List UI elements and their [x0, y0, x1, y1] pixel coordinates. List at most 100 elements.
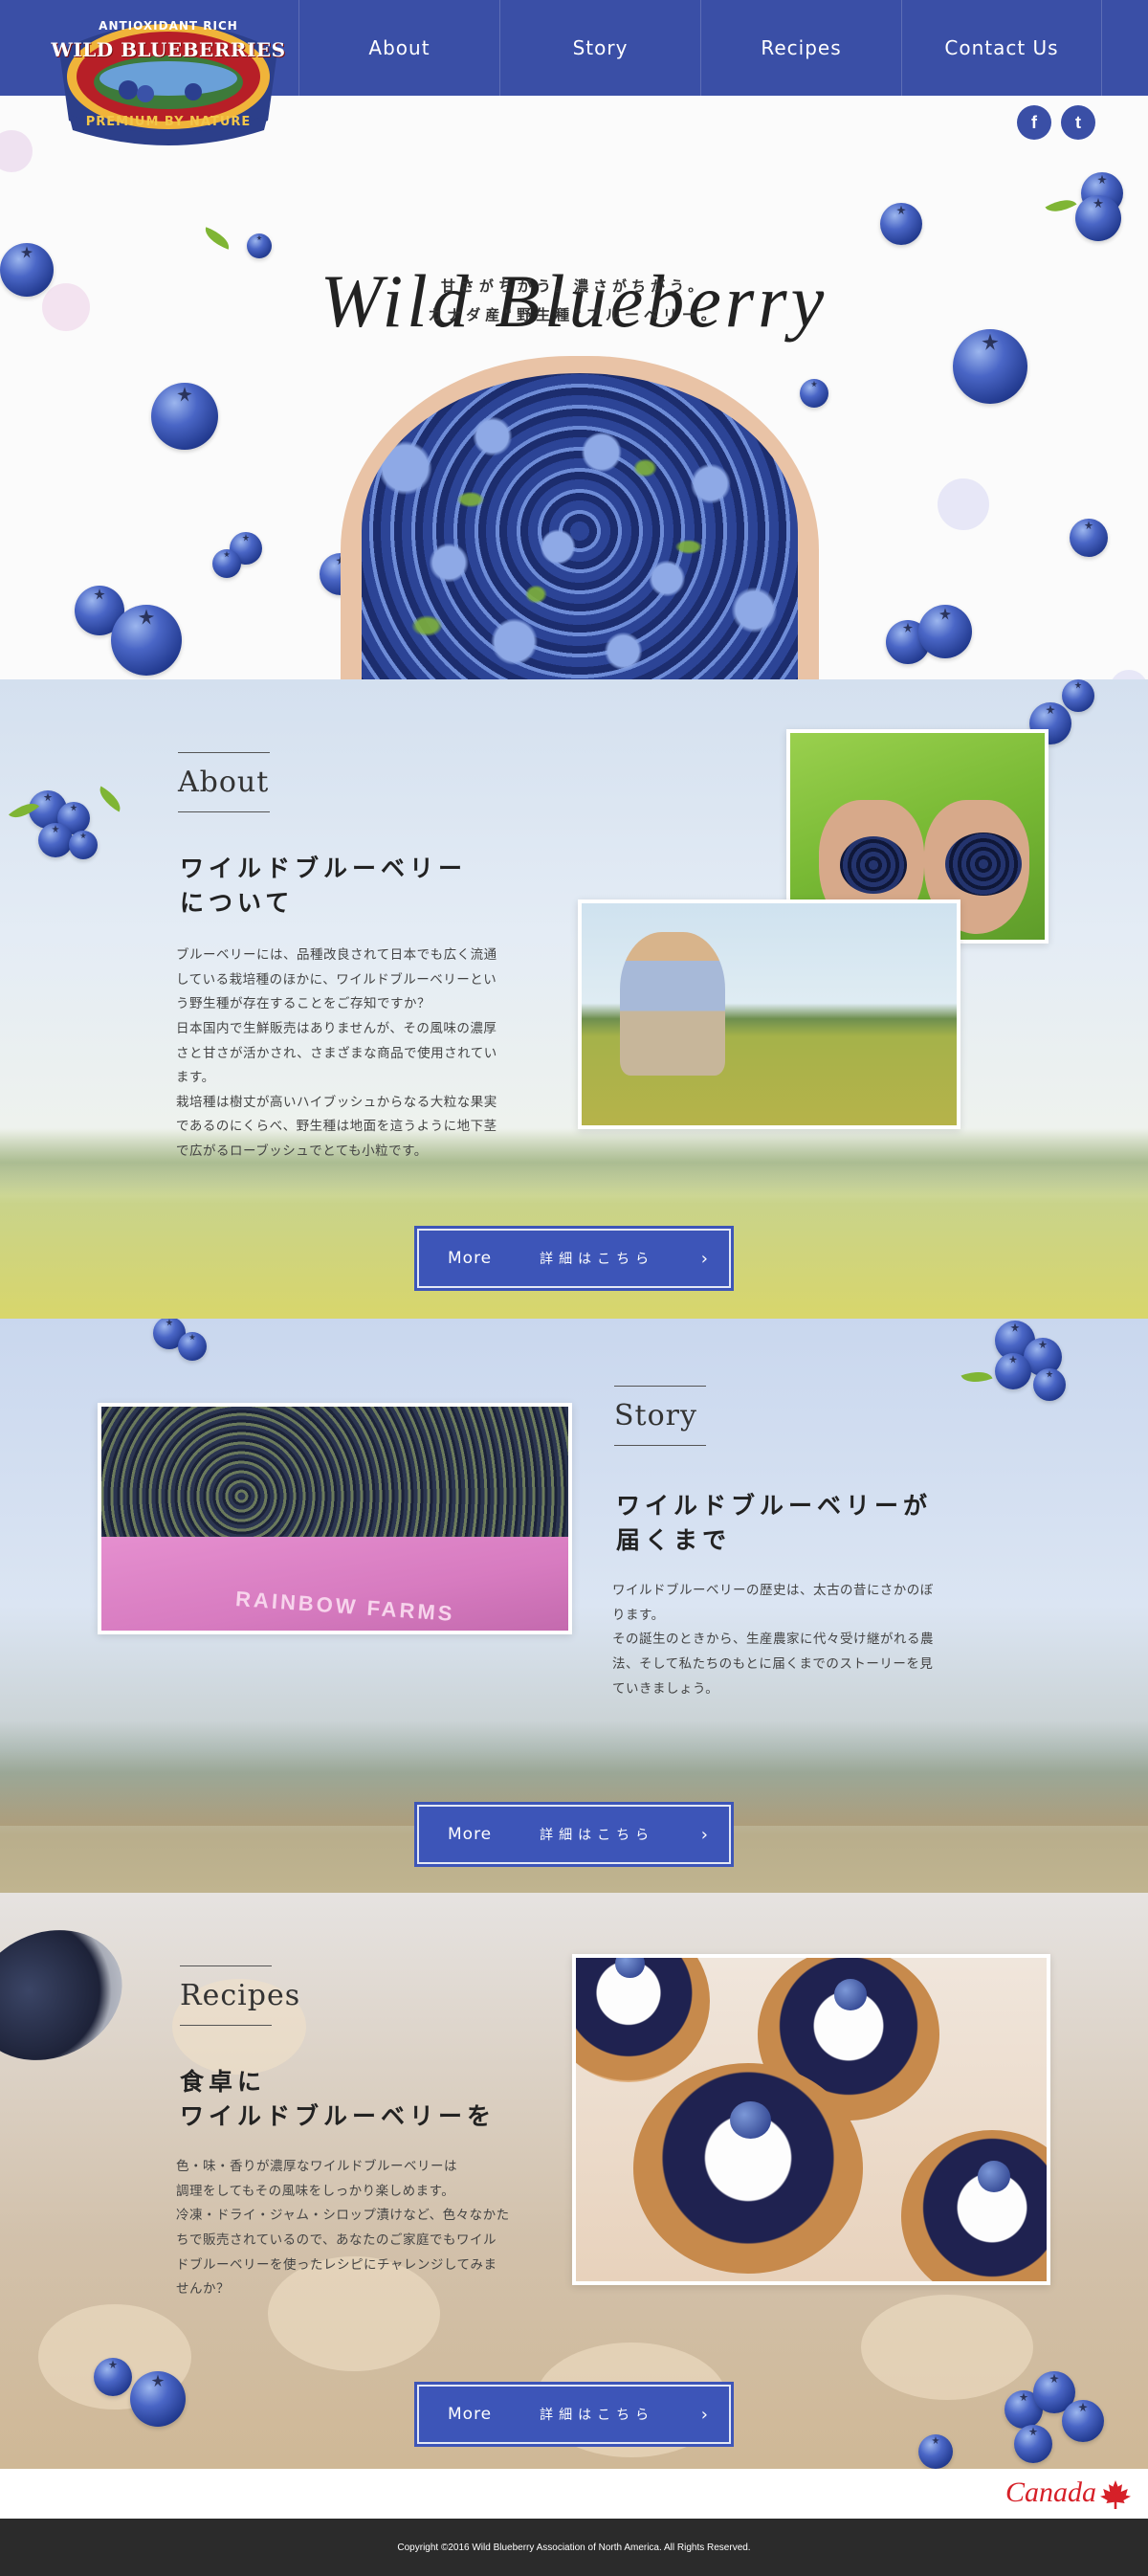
- berry-topping: [729, 2100, 771, 2140]
- recipes-heading: 食卓に ワイルドブルーベリーを: [180, 2065, 496, 2135]
- story-more-button[interactable]: More 詳細はこちら ›: [414, 1802, 734, 1867]
- story-body-line: ていきましょう。: [612, 1680, 719, 1697]
- recipes-body-line: 色・味・香りが濃厚なワイルドブルーベリーは: [176, 2159, 457, 2174]
- leaf-icon: [94, 786, 126, 812]
- chevron-right-icon: ›: [700, 1824, 708, 1845]
- story-more-label: More: [448, 1825, 493, 1844]
- recipes-more-jp-label: 詳細はこちら: [540, 2408, 655, 2423]
- canada-bar: [0, 2469, 1148, 2519]
- blueberry-icon: [178, 1332, 207, 1361]
- about-body-line: している栽培種のほかに、ワイルドブルーベリーとい: [176, 971, 497, 988]
- field-background: [0, 1129, 1148, 1196]
- blueberry-icon: [247, 233, 272, 258]
- leaf-icon: [1045, 192, 1077, 219]
- recipes-body-line: ちで販売されているので、あなたのご家庭でもワイル: [176, 2232, 497, 2248]
- berry-topping: [833, 1979, 867, 2010]
- about-body-line: 日本国内で生鮮販売はありませんが、その風味の濃厚: [176, 1020, 497, 1036]
- photo-harvest-field: [578, 899, 960, 1129]
- berry-topping: [615, 1958, 645, 1979]
- recipes-body-line: 調理をしてもその風味をしっかり楽しめます。: [176, 2183, 455, 2199]
- about-section: About ワイルドブルーベリー について ブルーベリーには、品種改良されて日本…: [0, 679, 1148, 1319]
- story-body-line: ります。: [612, 1607, 665, 1623]
- blueberry-icon: [1070, 519, 1108, 557]
- story-more-jp-label: 詳細はこちら: [540, 1828, 655, 1843]
- blueberry-icon: [918, 2434, 953, 2469]
- recipes-more-button[interactable]: More 詳細はこちら ›: [414, 2382, 734, 2447]
- twitter-icon[interactable]: t: [1061, 105, 1095, 140]
- nav-recipes[interactable]: Recipes: [700, 0, 901, 96]
- blueberry-icon: [94, 2358, 132, 2396]
- about-heading: ワイルドブルーベリー について: [180, 852, 467, 922]
- blueberry-pile: [362, 373, 798, 679]
- farmer-figure: [620, 932, 725, 1076]
- blueberry-icon: [1033, 1368, 1066, 1401]
- story-body-line: 法、そして私たちのもとに届くまでのストーリーを見: [612, 1655, 934, 1672]
- decor-blob: [0, 130, 33, 172]
- about-body-line: ます。: [176, 1070, 215, 1086]
- wild-berries-cluster: [840, 836, 907, 894]
- about-body-line: う野生種が存在することをご存知ですか？: [176, 996, 430, 1012]
- about-body-line: ブルーベリーには、品種改良されて日本でも広く流通: [176, 947, 497, 963]
- blueberry-icon: [918, 605, 972, 658]
- blueberry-icon: [151, 383, 218, 450]
- story-eyebrow: Story: [614, 1386, 706, 1446]
- recipes-heading-line-1: 食卓に: [180, 2068, 267, 2096]
- about-body: ブルーベリーには、品種改良されて日本でも広く流通 している栽培種のほかに、ワイル…: [176, 944, 540, 1165]
- hero-image-hands-blueberries: [341, 356, 819, 679]
- blueberry-icon: [1062, 679, 1094, 712]
- blueberry-icon: [800, 379, 828, 408]
- blueberry-icon: [130, 2371, 186, 2427]
- blueberry-icon: [880, 203, 922, 245]
- nav-recipes-label: Recipes: [761, 36, 842, 59]
- decor-blob: [938, 478, 989, 530]
- logo-name: WILD BLUEBERRIES: [51, 38, 286, 61]
- nav-about[interactable]: About: [298, 0, 499, 96]
- nav-story-label: Story: [572, 36, 629, 59]
- about-body-line: で広がるローブッシュでとても小粒です。: [176, 1144, 428, 1160]
- berry-topping: [977, 2161, 1010, 2192]
- story-heading-line-2: 届くまで: [616, 1526, 732, 1555]
- story-body: ワイルドブルーベリーの歴史は、太古の昔にさかのぼ ります。 その誕生のときから、…: [612, 1579, 976, 1701]
- blueberry-icon: [995, 1353, 1031, 1389]
- chevron-right-icon: ›: [700, 2404, 708, 2425]
- canada-wordmark: Canada: [1004, 2476, 1096, 2508]
- about-eyebrow: About: [178, 752, 271, 812]
- about-body-line: であるのにくらべ、野生種は地面を這うように地下茎: [176, 1119, 497, 1135]
- leaf-icon: [201, 227, 233, 250]
- story-body-line: その誕生のときから、生産農家に代々受け継がれる農: [612, 1632, 934, 1648]
- brand-logo[interactable]: ANTIOXIDANT RICH WILD BLUEBERRIES PREMIU…: [50, 8, 287, 151]
- blueberry-icon: [1075, 195, 1121, 241]
- recipes-body: 色・味・香りが濃厚なワイルドブルーベリーは 調理をしてもその風味をしっかり楽しめ…: [176, 2155, 540, 2302]
- decor-bokeh: [861, 2295, 1033, 2400]
- blueberry-icon: [111, 605, 182, 676]
- tart: [901, 2130, 1047, 2281]
- story-section: RAINBOW FARMS Story ワイルドブルーベリーが 届くまで ワイル…: [0, 1319, 1148, 1893]
- leaf-icon: [960, 1366, 993, 1388]
- about-heading-line-2: について: [180, 889, 295, 918]
- copyright-text: Copyright ©2016 Wild Blueberry Associati…: [397, 2542, 751, 2553]
- cultivated-berries-cluster: [945, 833, 1022, 896]
- story-heading: ワイルドブルーベリーが 届くまで: [616, 1489, 932, 1559]
- tart: [576, 1958, 710, 2082]
- recipes-heading-line-2: ワイルドブルーベリーを: [180, 2102, 497, 2131]
- blueberry-icon: [1062, 2400, 1104, 2442]
- blueberry-icon: [69, 831, 98, 859]
- nav-story[interactable]: Story: [499, 0, 700, 96]
- recipes-section: Recipes 食卓に ワイルドブルーベリーを 色・味・香りが濃厚なワイルドブル…: [0, 1893, 1148, 2469]
- hero-tagline-1: 甘さがちがう。濃さがちがう。: [440, 278, 708, 295]
- photo-blueberry-crate: RAINBOW FARMS: [98, 1403, 572, 1634]
- site-footer: Copyright ©2016 Wild Blueberry Associati…: [0, 2519, 1148, 2576]
- nav-contact[interactable]: Contact Us: [901, 0, 1102, 96]
- blueberry-icon: [1014, 2425, 1052, 2463]
- recipes-more-label: More: [448, 2405, 493, 2424]
- logo-tagline-top: ANTIOXIDANT RICH: [99, 19, 238, 33]
- about-more-button[interactable]: More 詳細はこちら ›: [414, 1226, 734, 1291]
- recipes-body-line: 冷凍・ドライ・ジャム・シロップ漬けなど、色々なかた: [176, 2208, 510, 2224]
- facebook-icon[interactable]: f: [1017, 105, 1051, 140]
- about-more-jp-label: 詳細はこちら: [540, 1252, 655, 1267]
- blueberry-icon: [38, 823, 73, 857]
- blueberry-icon: [212, 549, 241, 578]
- twitter-glyph: t: [1075, 112, 1081, 132]
- photo-blueberry-tarts: [572, 1954, 1050, 2285]
- recipes-body-line: せんか？: [176, 2281, 230, 2298]
